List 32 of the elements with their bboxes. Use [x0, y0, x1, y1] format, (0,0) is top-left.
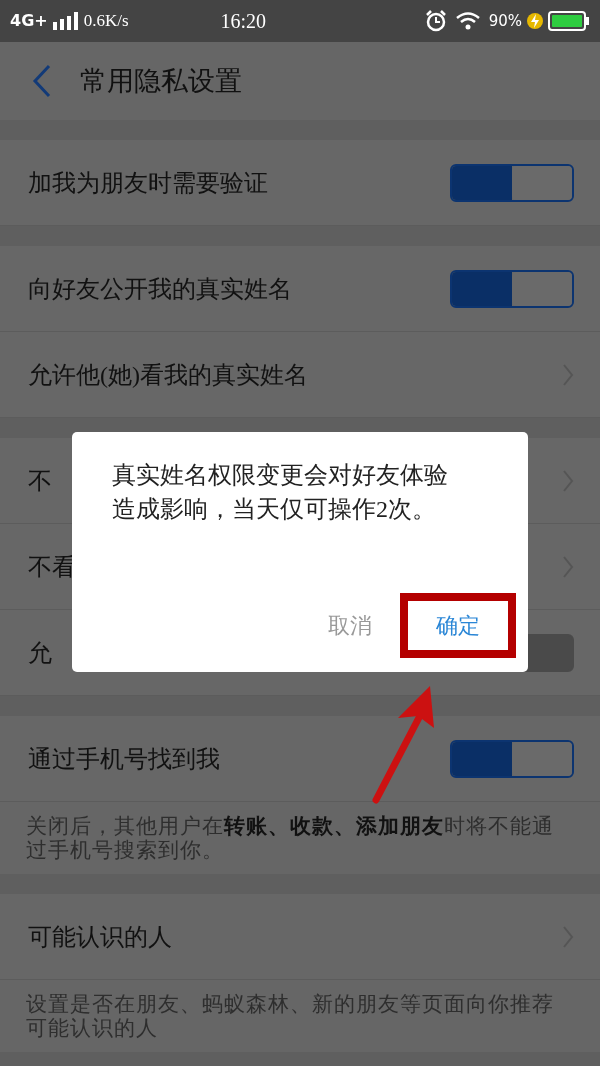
settings-row[interactable]: 向好友公开我的真实姓名 — [0, 246, 600, 332]
signal-icon — [51, 12, 80, 30]
settings-row[interactable]: 加我为朋友时需要验证 — [0, 140, 600, 226]
note-text: 关闭后，其他用户在转账、收款、添加朋友时将不能通过手机号搜索到你。 — [26, 814, 555, 862]
alarm-icon — [424, 10, 447, 32]
note-text: 设置是否在朋友、蚂蚁森林、新的朋友等页面向你推荐可能认识的人 — [26, 992, 555, 1040]
back-icon — [32, 64, 52, 98]
network-speed: 0.6K/s — [83, 10, 129, 33]
settings-row[interactable]: 可能认识的人 — [0, 894, 600, 980]
dialog-message: 真实姓名权限变更会对好友体验造成影响，当天仅可操作2次。 — [112, 461, 449, 524]
row-label: 允许他(她)看我的真实姓名 — [28, 360, 308, 390]
page-title: 常用隐私设置 — [80, 64, 242, 98]
clock: 16:20 — [220, 9, 267, 34]
row-label: 向好友公开我的真实姓名 — [28, 274, 292, 304]
toggle-switch[interactable] — [450, 269, 574, 308]
row-label: 可能认识的人 — [28, 922, 172, 952]
settings-row[interactable]: 通过手机号找到我 — [0, 716, 600, 802]
toggle-switch[interactable] — [450, 163, 574, 202]
battery-icon — [548, 11, 590, 31]
row-label: 加我为朋友时需要验证 — [28, 168, 268, 198]
row-label: 不看 — [28, 552, 76, 582]
settings-row[interactable]: 允许他(她)看我的真实姓名 — [0, 332, 600, 418]
charging-icon — [526, 12, 544, 30]
battery-percent: 90% — [488, 10, 522, 32]
row-label: 不 — [28, 466, 52, 496]
confirm-button[interactable]: 确定 — [436, 609, 480, 642]
wifi-icon — [454, 11, 481, 31]
row-label: 通过手机号找到我 — [28, 744, 220, 774]
row-label: 允 — [28, 638, 52, 668]
cancel-button[interactable]: 取消 — [328, 609, 372, 642]
network-label: 4G+ — [10, 10, 48, 32]
toggle-switch[interactable] — [450, 739, 574, 778]
